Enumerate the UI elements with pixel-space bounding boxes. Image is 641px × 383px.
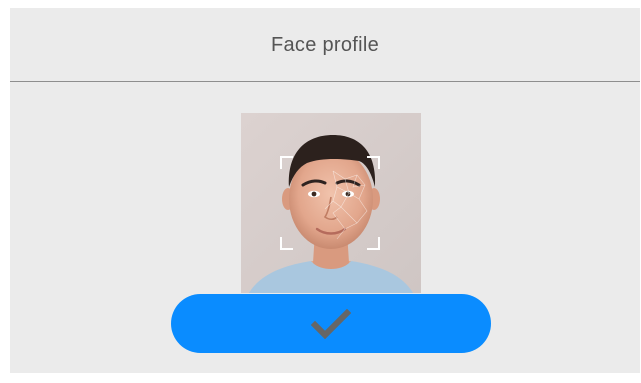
page-title: Face profile bbox=[270, 34, 380, 56]
header-divider bbox=[10, 81, 640, 82]
confirm-button[interactable] bbox=[171, 294, 491, 353]
header: Face profile bbox=[10, 8, 640, 81]
checkmark-icon bbox=[311, 308, 351, 339]
face-profile-screen: Face profile bbox=[10, 8, 640, 373]
face-photo bbox=[241, 113, 421, 293]
